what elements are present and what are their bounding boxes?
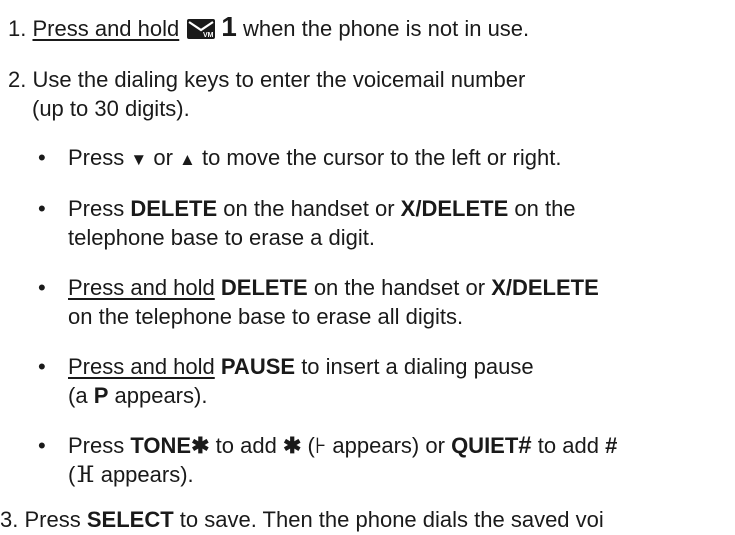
bullet-text: ( [307,433,315,458]
bullet-cursor: Press ▼ or ▲ to move the cursor to the l… [68,143,561,175]
bullet-dot: • [38,145,46,170]
star-symbol-icon: ✱ [282,433,302,458]
bullet-pause: Press and hold PAUSE to insert a dialing… [68,352,534,382]
hash-display-icon: ⴼ [75,462,95,487]
step-2-line-1: 2. Use the dialing keys to enter the voi… [8,65,525,95]
bullet-text: on the telephone base to erase all digit… [68,304,464,329]
bullet-text: Press [68,433,125,458]
bullet-delete-digit: Press DELETE on the handset or X/DELETE … [68,194,576,224]
x-delete-key-label: X/DELETE [400,196,509,221]
bullet-line-2: (a P appears). [68,381,207,411]
step-number: 2. [8,67,27,92]
pause-key-label: PAUSE [220,354,296,379]
step-1: 1. Press and hold VM 1 when the phone is n… [8,12,529,47]
bullet-line-2: (ⴼ appears). [68,460,194,490]
voicemail-icon: VM [187,17,216,47]
bullet-delete-all: Press and hold DELETE on the handset or … [68,273,599,303]
bullet-text: appears) or [332,433,445,458]
bullet-text: on the handset or [223,196,395,221]
bullet-text: or [153,145,173,170]
step-1-text: when the phone is not in use. [242,16,530,41]
step-2-text: Use the dialing keys to enter the voicem… [32,67,526,92]
x-delete-key-label: X/DELETE [491,275,599,300]
step-3-text: to save. Then the phone dials the saved … [179,507,604,532]
bullet-text: appears). [114,383,208,408]
bullet-text: Press [68,196,125,221]
bullet-text: to move the cursor to the left or right. [201,145,562,170]
star-display-icon: ⊦ [314,433,327,458]
quiet-key-label: QUIET [451,433,519,458]
key-1-label: 1 [221,11,237,42]
bullet-dot: • [38,354,46,379]
bullet-text: on the handset or [313,275,486,300]
step-3: 3. Press SELECT to save. Then the phone … [0,505,735,535]
delete-key-label: DELETE [130,196,218,221]
bullet-text: appears). [100,462,194,487]
hash-symbol-icon: # [605,433,618,458]
step-2-line-2: (up to 30 digits). [32,96,190,121]
tone-key-label: TONE [130,433,192,458]
step-number: 1. [8,16,27,41]
bullet-text: (a [68,383,88,408]
press-and-hold-text: Press and hold [32,16,180,41]
p-symbol: P [93,383,109,408]
bullet-text: telephone base to erase a digit. [68,225,376,250]
hash-key-icon: # [518,432,532,459]
bullet-dot: • [38,196,46,221]
svg-text:VM: VM [203,32,214,39]
step-number: 3. [0,507,19,532]
up-arrow-icon: ▲ [179,150,196,169]
bullet-dot: • [38,275,46,300]
bullet-text: to insert a dialing pause [301,354,534,379]
down-arrow-icon: ▼ [130,150,148,169]
bullet-text: to add [215,433,277,458]
bullet-text: to add [537,433,599,458]
bullet-tone-quiet: Press TONE✱ to add ✱ (⊦ appears) or QUIE… [68,431,617,461]
bullet-dot: • [38,433,46,458]
step-3-text: Press [24,507,81,532]
star-key-icon: ✱ [191,433,210,458]
select-key-label: SELECT [86,507,174,532]
press-and-hold-text: Press and hold [68,354,215,379]
bullet-text: Press [68,145,125,170]
press-and-hold-text: Press and hold [68,275,215,300]
bullet-text: on the [514,196,576,221]
delete-key-label: DELETE [220,275,308,300]
